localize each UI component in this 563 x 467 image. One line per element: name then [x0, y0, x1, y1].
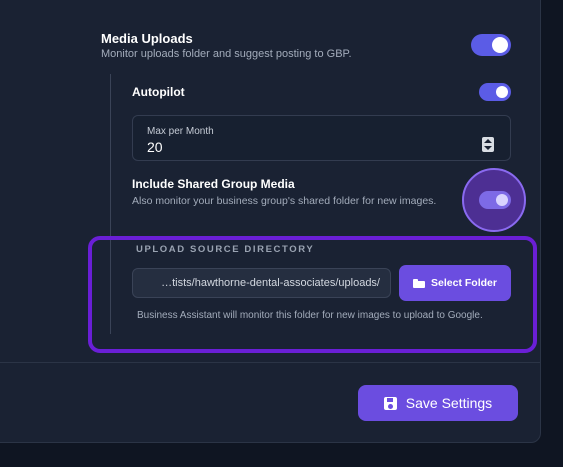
shared-group-media-title: Include Shared Group Media — [132, 177, 295, 191]
shared-group-media-toggle[interactable] — [479, 191, 511, 209]
save-settings-button[interactable]: Save Settings — [358, 385, 518, 421]
max-per-month-label: Max per Month — [147, 126, 214, 137]
toggle-knob — [492, 37, 508, 53]
shared-group-media-description: Also monitor your business group's share… — [132, 195, 437, 207]
select-folder-label: Select Folder — [431, 277, 497, 289]
media-uploads-toggle[interactable] — [471, 34, 511, 56]
upload-source-label: UPLOAD SOURCE DIRECTORY — [136, 244, 315, 255]
max-per-month-field[interactable]: Max per Month 20 — [132, 115, 511, 161]
floppy-disk-icon — [383, 396, 397, 410]
number-spinner-icon[interactable] — [482, 137, 494, 152]
autopilot-title: Autopilot — [132, 85, 185, 99]
settings-panel — [0, 0, 541, 443]
media-uploads-title: Media Uploads — [101, 31, 193, 46]
save-settings-label: Save Settings — [405, 395, 493, 411]
media-uploads-description: Monitor uploads folder and suggest posti… — [101, 48, 352, 60]
max-per-month-value[interactable]: 20 — [147, 139, 163, 155]
toggle-knob — [496, 86, 508, 98]
footer-divider — [0, 362, 540, 363]
autopilot-toggle[interactable] — [479, 83, 511, 101]
toggle-knob — [496, 194, 508, 206]
upload-source-help: Business Assistant will monitor this fol… — [137, 310, 483, 321]
upload-source-path-input[interactable]: …tists/hawthorne-dental-associates/uploa… — [132, 268, 391, 298]
folder-open-icon — [413, 278, 426, 288]
select-folder-button[interactable]: Select Folder — [399, 265, 511, 301]
